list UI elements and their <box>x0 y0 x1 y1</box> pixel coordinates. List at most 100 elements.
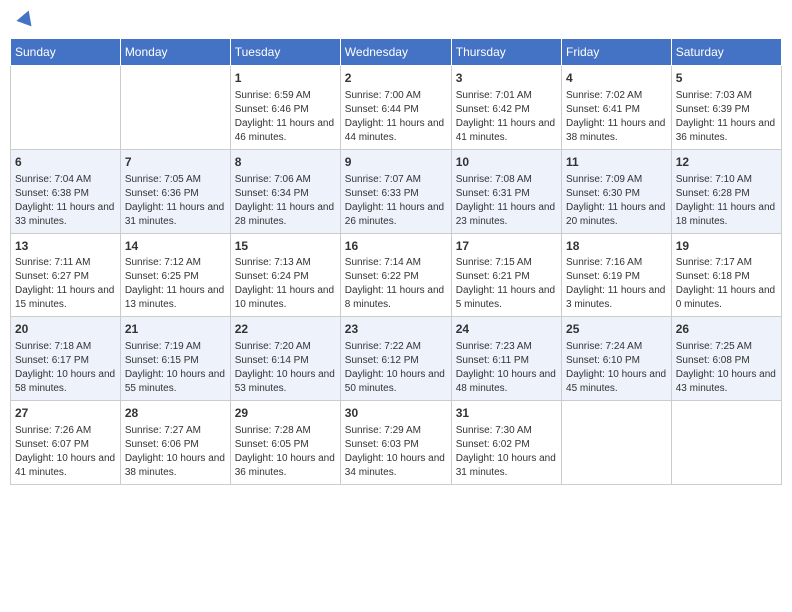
calendar-cell: 11Sunrise: 7:09 AMSunset: 6:30 PMDayligh… <box>562 149 672 233</box>
calendar-cell: 27Sunrise: 7:26 AMSunset: 6:07 PMDayligh… <box>11 401 121 485</box>
day-info: Sunrise: 7:16 AM <box>566 256 667 270</box>
calendar-cell: 14Sunrise: 7:12 AMSunset: 6:25 PMDayligh… <box>120 233 230 317</box>
calendar-cell: 15Sunrise: 7:13 AMSunset: 6:24 PMDayligh… <box>230 233 340 317</box>
calendar-cell: 24Sunrise: 7:23 AMSunset: 6:11 PMDayligh… <box>451 317 561 401</box>
day-info: Sunrise: 7:00 AM <box>345 89 447 103</box>
day-number: 31 <box>456 405 557 422</box>
day-info: Daylight: 10 hours and 41 minutes. <box>15 452 116 480</box>
day-info: Daylight: 11 hours and 28 minutes. <box>235 201 336 229</box>
day-info: Sunset: 6:46 PM <box>235 103 336 117</box>
day-header-monday: Monday <box>120 39 230 66</box>
day-info: Daylight: 10 hours and 34 minutes. <box>345 452 447 480</box>
day-number: 7 <box>125 154 226 171</box>
day-number: 6 <box>15 154 116 171</box>
day-number: 22 <box>235 321 336 338</box>
calendar-cell: 29Sunrise: 7:28 AMSunset: 6:05 PMDayligh… <box>230 401 340 485</box>
day-info: Sunrise: 7:24 AM <box>566 340 667 354</box>
day-info: Sunrise: 7:10 AM <box>676 173 777 187</box>
day-info: Daylight: 10 hours and 48 minutes. <box>456 368 557 396</box>
day-number: 20 <box>15 321 116 338</box>
day-info: Sunrise: 7:18 AM <box>15 340 116 354</box>
day-info: Sunset: 6:27 PM <box>15 270 116 284</box>
calendar-cell: 10Sunrise: 7:08 AMSunset: 6:31 PMDayligh… <box>451 149 561 233</box>
day-info: Sunset: 6:15 PM <box>125 354 226 368</box>
day-info: Sunset: 6:08 PM <box>676 354 777 368</box>
calendar-cell: 26 Sunrise: 7:25 AMSunset: 6:08 PMDayligh… <box>671 317 781 401</box>
day-info: Sunset: 6:12 PM <box>345 354 447 368</box>
day-info: Daylight: 11 hours and 13 minutes. <box>125 284 226 312</box>
day-info: Daylight: 11 hours and 46 minutes. <box>235 117 336 145</box>
calendar-cell: 31Sunrise: 7:30 AMSunset: 6:02 PMDayligh… <box>451 401 561 485</box>
day-info: Sunrise: 7:25 AM <box>676 340 777 354</box>
calendar-cell <box>120 66 230 150</box>
day-info: Daylight: 11 hours and 26 minutes. <box>345 201 447 229</box>
page-header <box>10 10 782 28</box>
day-info: Daylight: 11 hours and 38 minutes. <box>566 117 667 145</box>
day-header-thursday: Thursday <box>451 39 561 66</box>
day-info: Sunrise: 7:01 AM <box>456 89 557 103</box>
day-info: Sunrise: 7:30 AM <box>456 424 557 438</box>
day-info: Daylight: 11 hours and 0 minutes. <box>676 284 777 312</box>
calendar-cell: 20 Sunrise: 7:18 AMSunset: 6:17 PMDayligh… <box>11 317 121 401</box>
day-info: Sunrise: 7:20 AM <box>235 340 336 354</box>
calendar-cell: 8Sunrise: 7:06 AMSunset: 6:34 PMDaylight… <box>230 149 340 233</box>
day-info: Sunrise: 7:26 AM <box>15 424 116 438</box>
day-info: Sunset: 6:17 PM <box>15 354 116 368</box>
day-info: Daylight: 11 hours and 20 minutes. <box>566 201 667 229</box>
calendar-table: SundayMondayTuesdayWednesdayThursdayFrid… <box>10 38 782 485</box>
day-header-saturday: Saturday <box>671 39 781 66</box>
calendar-cell <box>11 66 121 150</box>
day-number: 14 <box>125 238 226 255</box>
calendar-header-row: SundayMondayTuesdayWednesdayThursdayFrid… <box>11 39 782 66</box>
day-info: Sunrise: 7:03 AM <box>676 89 777 103</box>
day-number: 15 <box>235 238 336 255</box>
day-number: 5 <box>676 70 777 87</box>
day-info: Sunrise: 7:23 AM <box>456 340 557 354</box>
day-info: Daylight: 11 hours and 44 minutes. <box>345 117 447 145</box>
day-info: Sunset: 6:44 PM <box>345 103 447 117</box>
day-info: Daylight: 11 hours and 15 minutes. <box>15 284 116 312</box>
day-info: Sunset: 6:18 PM <box>676 270 777 284</box>
day-info: Sunrise: 7:08 AM <box>456 173 557 187</box>
day-number: 4 <box>566 70 667 87</box>
day-info: Sunset: 6:31 PM <box>456 187 557 201</box>
day-info: Sunset: 6:38 PM <box>15 187 116 201</box>
day-info: Sunrise: 7:29 AM <box>345 424 447 438</box>
day-number: 23 <box>345 321 447 338</box>
calendar-cell: 19Sunrise: 7:17 AMSunset: 6:18 PMDayligh… <box>671 233 781 317</box>
day-info: Sunrise: 7:12 AM <box>125 256 226 270</box>
week-row-5: 27Sunrise: 7:26 AMSunset: 6:07 PMDayligh… <box>11 401 782 485</box>
day-number: 26 <box>676 321 777 338</box>
day-info: Daylight: 10 hours and 38 minutes. <box>125 452 226 480</box>
calendar-cell: 12Sunrise: 7:10 AMSunset: 6:28 PMDayligh… <box>671 149 781 233</box>
calendar-cell: 16Sunrise: 7:14 AMSunset: 6:22 PMDayligh… <box>340 233 451 317</box>
day-info: Sunrise: 7:05 AM <box>125 173 226 187</box>
day-info: Daylight: 10 hours and 43 minutes. <box>676 368 777 396</box>
day-number: 2 <box>345 70 447 87</box>
day-info: Sunrise: 7:17 AM <box>676 256 777 270</box>
day-info: Sunset: 6:30 PM <box>566 187 667 201</box>
week-row-3: 13Sunrise: 7:11 AMSunset: 6:27 PMDayligh… <box>11 233 782 317</box>
day-number: 27 <box>15 405 116 422</box>
day-number: 25 <box>566 321 667 338</box>
calendar-cell: 30Sunrise: 7:29 AMSunset: 6:03 PMDayligh… <box>340 401 451 485</box>
calendar-cell: 13Sunrise: 7:11 AMSunset: 6:27 PMDayligh… <box>11 233 121 317</box>
day-info: Sunset: 6:03 PM <box>345 438 447 452</box>
day-info: Daylight: 11 hours and 8 minutes. <box>345 284 447 312</box>
day-info: Daylight: 10 hours and 58 minutes. <box>15 368 116 396</box>
day-number: 13 <box>15 238 116 255</box>
day-info: Sunset: 6:25 PM <box>125 270 226 284</box>
day-number: 10 <box>456 154 557 171</box>
week-row-1: 1Sunrise: 6:59 AMSunset: 6:46 PMDaylight… <box>11 66 782 150</box>
day-info: Sunset: 6:14 PM <box>235 354 336 368</box>
day-info: Daylight: 11 hours and 33 minutes. <box>15 201 116 229</box>
day-number: 12 <box>676 154 777 171</box>
day-info: Sunrise: 7:19 AM <box>125 340 226 354</box>
calendar-cell: 2 Sunrise: 7:00 AMSunset: 6:44 PMDaylight… <box>340 66 451 150</box>
day-info: Sunset: 6:06 PM <box>125 438 226 452</box>
day-info: Daylight: 11 hours and 3 minutes. <box>566 284 667 312</box>
day-info: Daylight: 10 hours and 55 minutes. <box>125 368 226 396</box>
calendar-cell: 1Sunrise: 6:59 AMSunset: 6:46 PMDaylight… <box>230 66 340 150</box>
day-number: 18 <box>566 238 667 255</box>
day-number: 8 <box>235 154 336 171</box>
